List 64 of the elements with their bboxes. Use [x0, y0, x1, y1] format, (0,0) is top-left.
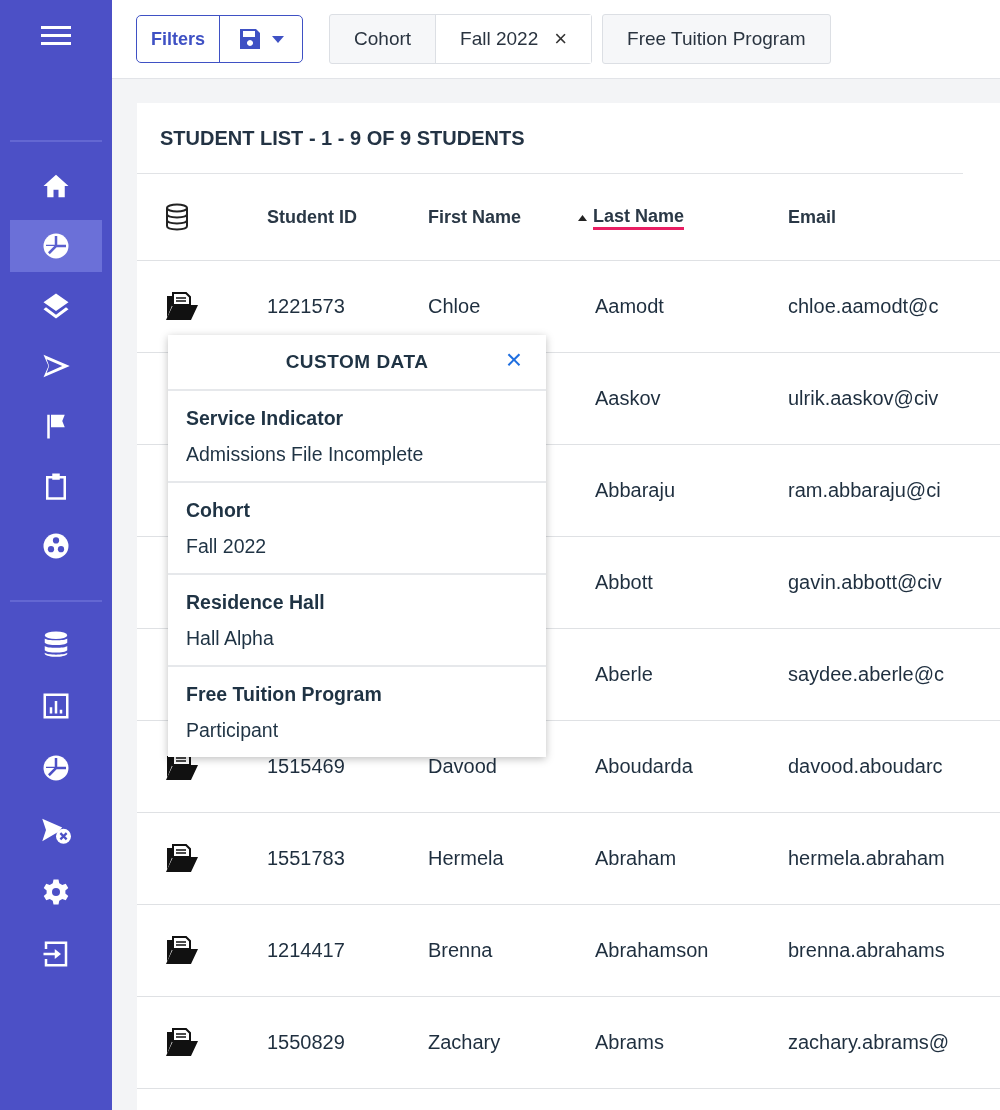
caret-down-icon — [272, 35, 285, 43]
table-cell: davood.aboudarc — [788, 755, 943, 777]
chip-value: Fall 2022 — [460, 28, 539, 50]
field-value: Admissions File Incomplete — [186, 442, 425, 466]
sort-up-icon — [578, 215, 587, 221]
table-cell: Aboudarda — [595, 755, 693, 777]
settings-icon — [41, 877, 71, 907]
table-cell: 1214417 — [267, 939, 345, 961]
folder-document-icon — [165, 843, 199, 874]
column-header[interactable]: Last Name — [593, 206, 685, 230]
table-cell: chloe.aamodt@c — [788, 295, 939, 317]
table-cell: Aberle — [595, 663, 653, 685]
table-cell: ram.abbaraju@ci — [788, 479, 941, 501]
popup-title: CUSTOM DATA — [285, 351, 429, 373]
column-header[interactable]: Email — [788, 206, 837, 227]
column-header[interactable]: First Name — [428, 206, 522, 227]
table-cell: Abraham — [595, 847, 677, 869]
remove-button[interactable]: × — [554, 26, 568, 52]
save-icon — [238, 27, 263, 51]
pie-chart-icon — [41, 753, 71, 783]
dots-circle-icon — [41, 531, 71, 561]
database-icon[interactable] — [165, 203, 189, 231]
table-cell: 1221573 — [267, 295, 345, 317]
bar-chart-icon — [41, 691, 71, 721]
table-cell: brenna.abrahams — [788, 939, 945, 961]
field-label: Service Indicator — [186, 406, 345, 430]
table-cell: saydee.aberle@c — [788, 663, 944, 685]
field-value: Participant — [186, 718, 280, 742]
field-label: Cohort — [186, 498, 251, 522]
table-cell: Abbaraju — [595, 479, 676, 501]
close-button[interactable]: × — [505, 345, 522, 375]
table-cell: Chloe — [428, 295, 481, 317]
folder-document-icon — [165, 935, 199, 966]
table-cell: Hermela — [428, 847, 504, 869]
table-cell: Abrams — [595, 1031, 664, 1053]
filter-chip[interactable]: Cohort Fall 2022 × — [329, 14, 593, 64]
table-cell: Davood — [428, 755, 497, 777]
menu-icon[interactable] — [41, 24, 71, 46]
layers-icon — [41, 291, 71, 321]
field-label: Free Tuition Program — [186, 682, 383, 706]
table-cell: Abbott — [595, 571, 653, 593]
chip-label: Cohort — [353, 27, 413, 51]
field-value: Hall Alpha — [186, 626, 275, 650]
table-cell: Abrahamson — [595, 939, 709, 961]
sidebar-item[interactable] — [10, 220, 102, 272]
table-cell: Brenna — [428, 939, 493, 961]
table-cell: gavin.abbott@civ — [788, 571, 942, 593]
field-value: Fall 2022 — [186, 534, 268, 558]
list-title: STUDENT LIST - 1 - 9 OF 9 STUDENTS — [137, 103, 963, 174]
filter-chip[interactable]: Free Tuition Program — [602, 14, 831, 64]
table-cell: zachary.abrams@ — [788, 1031, 950, 1053]
field-label: Residence Hall — [186, 590, 326, 614]
folder-document-icon — [165, 1027, 199, 1058]
column-header[interactable]: Student ID — [267, 206, 357, 227]
table-cell: Aaskov — [595, 387, 661, 409]
table-cell: Aamodt — [595, 295, 664, 317]
table-cell: 1551783 — [267, 847, 345, 869]
table-cell: hermela.abraham — [788, 847, 945, 869]
table-cell: 1550829 — [267, 1031, 345, 1053]
folder-document-icon — [165, 291, 199, 322]
table-cell: ulrik.aaskov@civ — [788, 387, 939, 409]
table-cell: Zachary — [428, 1031, 501, 1053]
pie-chart-icon — [41, 231, 71, 261]
table-cell: 1515469 — [267, 755, 345, 777]
